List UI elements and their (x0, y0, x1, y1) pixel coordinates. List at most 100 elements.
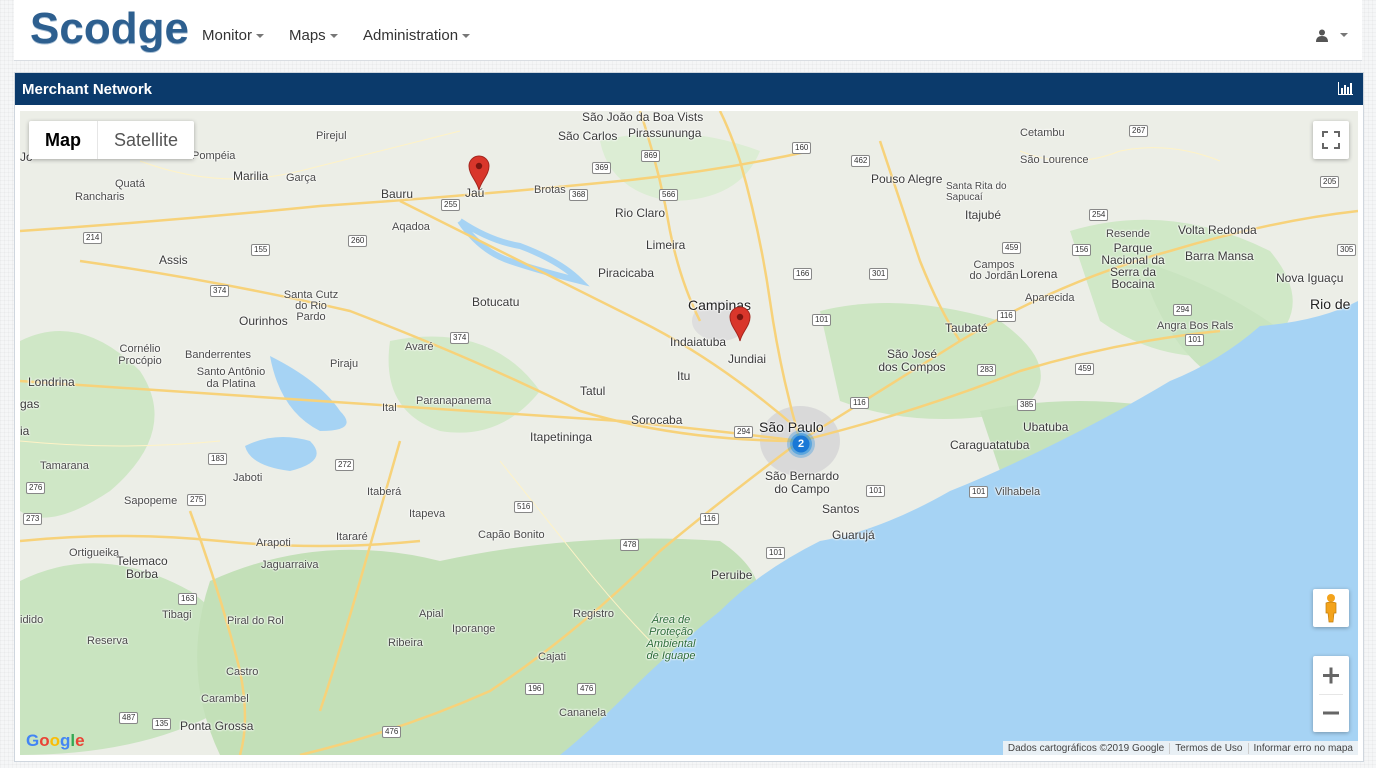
map-label: Assis (159, 253, 188, 267)
map-label: idido (20, 614, 44, 626)
map-label: Santa Rita do Sapucaí (946, 181, 1007, 203)
map-label: Peruibe (711, 568, 753, 582)
street-view-pegman[interactable] (1313, 589, 1349, 627)
zoom-out-button[interactable] (1313, 694, 1349, 732)
map-label: Indaiatuba (670, 335, 727, 349)
nav-administration-label: Administration (363, 27, 459, 44)
merchant-cluster[interactable]: 2 (786, 429, 816, 459)
map-label: Itapetininga (530, 430, 593, 444)
map-type-satellite-button[interactable]: Satellite (97, 121, 194, 159)
road-shield: 101 (866, 485, 886, 497)
map-attribution: Dados cartográficos ©2019 Google Termos … (1002, 741, 1359, 755)
road-shield: 267 (1129, 125, 1149, 137)
map-label: Piral do Rol (227, 615, 284, 627)
road-shield: 273 (23, 513, 43, 525)
map-label: Aqadoa (392, 221, 430, 233)
road-shield: 462 (851, 155, 871, 167)
road-shield: 459 (1075, 363, 1095, 375)
brand-logo[interactable]: Scodge (30, 4, 189, 54)
caret-down-icon (256, 34, 265, 39)
map-pin-icon (468, 155, 490, 191)
map-label: Pouso Alegre (871, 172, 943, 186)
map-label: Aparecida (1025, 292, 1075, 304)
map-label: Apial (419, 608, 444, 620)
merchant-map[interactable]: São João da Boa Vists São Carlos Pirassu… (20, 111, 1358, 755)
map-label: gas (20, 397, 40, 411)
road-shield: 214 (83, 232, 103, 244)
road-shield: 476 (577, 683, 597, 695)
map-label: Itapeva (409, 508, 446, 520)
zoom-in-button[interactable] (1313, 656, 1349, 694)
map-label: São José dos Compos (878, 347, 946, 374)
merchant-marker[interactable] (729, 306, 751, 347)
road-shield: 260 (348, 235, 368, 247)
road-shield: 101 (766, 547, 786, 559)
map-label: Santos (822, 502, 860, 516)
map-label: Itararé (336, 531, 368, 543)
map-label: Cananela (559, 707, 607, 719)
nav-maps[interactable]: Maps (289, 27, 338, 44)
top-navbar: Scodge Monitor Maps Administration (14, 0, 1362, 61)
map-label: Tatul (580, 384, 606, 398)
road-shield: 459 (1002, 242, 1022, 254)
road-shield: 116 (997, 310, 1016, 322)
road-shield: 566 (659, 189, 679, 201)
map-data-attribution: Dados cartográficos ©2019 Google (1007, 742, 1165, 754)
map-label: Santo Antônio da Platina (196, 366, 266, 390)
map-label: Volta Redonda (1178, 223, 1257, 237)
map-label: Santa Cutz do Rio Pardo (283, 289, 339, 323)
map-label: Ital (382, 402, 397, 414)
map-label: Nova Iguaçu (1276, 271, 1344, 285)
map-label: Sorocaba (631, 413, 683, 427)
map-label: Garça (286, 172, 316, 184)
map-label: Botucatu (472, 295, 520, 309)
road-shield: 294 (1173, 304, 1193, 316)
map-label: Telemaco Borba (116, 554, 168, 581)
merchant-network-panel: Merchant Network São João da Boa Vists S… (14, 72, 1364, 762)
terms-link[interactable]: Termos de Uso (1169, 742, 1247, 754)
nav-maps-label: Maps (289, 27, 326, 44)
map-label: Vilhabela (995, 486, 1041, 498)
map-label: Ribeira (388, 637, 423, 649)
map-label: Itaberá (367, 486, 402, 498)
map-label: ia (20, 424, 30, 438)
report-error-link[interactable]: Informar erro no mapa (1247, 742, 1359, 754)
road-shield: 869 (641, 150, 661, 162)
map-label: Angra Bos Rals (1157, 320, 1234, 332)
road-shield: 116 (700, 513, 719, 525)
road-shield: 374 (450, 332, 470, 344)
road-shield: 368 (569, 189, 589, 201)
map-type-map-button[interactable]: Map (29, 121, 97, 159)
google-logo[interactable]: Google (26, 731, 85, 751)
user-menu[interactable] (1315, 26, 1348, 43)
map-label: Tamarana (40, 460, 89, 472)
fullscreen-button[interactable] (1313, 121, 1349, 159)
nav-monitor[interactable]: Monitor (202, 27, 265, 44)
map-label: Arapoti (256, 537, 291, 549)
map-label: Resende (1106, 228, 1151, 240)
map-label: Guarujá (832, 528, 875, 542)
road-shield: 283 (977, 364, 997, 376)
fullscreen-icon (1322, 131, 1340, 149)
map-label: São Lourence (1020, 154, 1089, 166)
minus-icon (1323, 711, 1339, 715)
plus-icon (1323, 667, 1339, 684)
map-label: Piracicaba (598, 266, 655, 280)
road-shield: 163 (178, 593, 198, 605)
map-label: Cajati (538, 651, 567, 663)
map-label: Paranapanema (416, 395, 492, 407)
merchant-marker[interactable] (468, 155, 490, 196)
nav-administration[interactable]: Administration (363, 27, 471, 44)
panel-header: Merchant Network (15, 73, 1363, 105)
nav-monitor-label: Monitor (202, 27, 253, 44)
map-label: Banderrentes (185, 349, 252, 361)
road-shield: 301 (869, 268, 889, 280)
road-shield: 255 (441, 199, 461, 211)
map-label: Jundiai (728, 352, 767, 366)
bar-chart-icon[interactable] (1338, 82, 1353, 100)
map-type-control: Map Satellite (29, 121, 195, 159)
road-shield: 166 (793, 268, 813, 280)
road-shield: 294 (734, 426, 754, 438)
map-label: Tibagi (162, 609, 192, 621)
map-label: Cetambu (1020, 127, 1065, 139)
